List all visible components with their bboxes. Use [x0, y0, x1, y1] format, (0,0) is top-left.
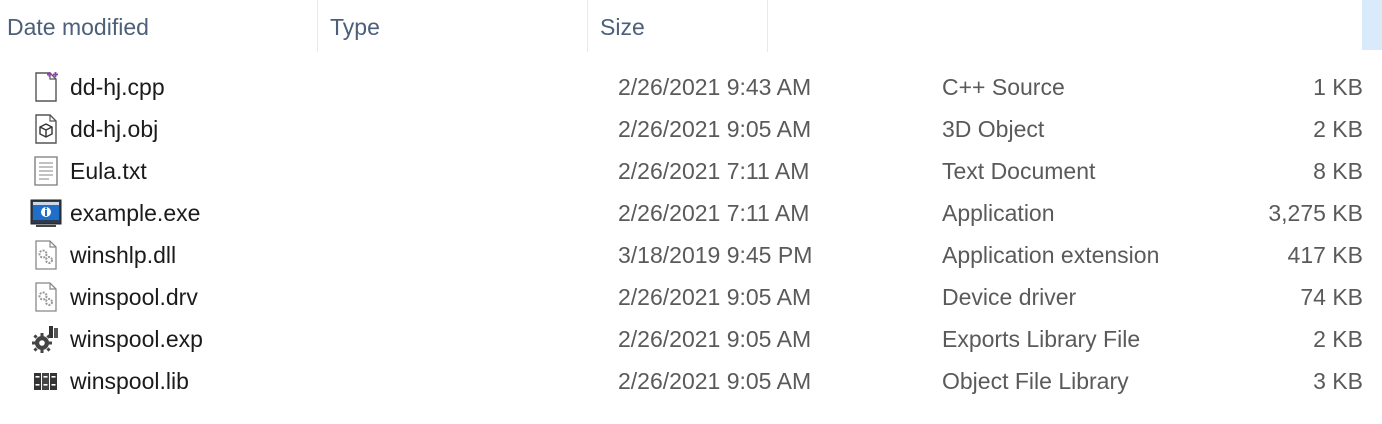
file-row[interactable]: winshlp.dll 3/18/2019 9:45 PM Applicatio…	[0, 234, 1382, 276]
application-icon	[30, 197, 62, 229]
file-date-modified: 2/26/2021 7:11 AM	[618, 200, 810, 226]
file-size: 8 KB	[1313, 158, 1363, 184]
file-date-modified: 3/18/2019 9:45 PM	[618, 242, 813, 268]
file-list: dd-hj.cpp 2/26/2021 9:43 AM C++ Source 1…	[0, 66, 1382, 402]
file-name: Eula.txt	[70, 158, 147, 184]
column-header-bar: Date modified Type Size	[0, 0, 1382, 52]
file-size: 2 KB	[1313, 326, 1363, 352]
exports-library-icon	[30, 323, 62, 355]
file-row[interactable]: Eula.txt 2/26/2021 7:11 AM Text Document…	[0, 150, 1382, 192]
file-row[interactable]: dd-hj.cpp 2/26/2021 9:43 AM C++ Source 1…	[0, 66, 1382, 108]
column-header-type[interactable]: Type	[318, 0, 588, 52]
object-library-icon	[30, 365, 62, 397]
file-row[interactable]: winspool.exp 2/26/2021 9:05 AM Exports L…	[0, 318, 1382, 360]
file-size: 3,275 KB	[1268, 200, 1363, 226]
file-size: 2 KB	[1313, 116, 1363, 142]
file-row[interactable]: example.exe 2/26/2021 7:11 AM Applicatio…	[0, 192, 1382, 234]
3d-object-file-icon	[30, 113, 62, 145]
file-size: 74 KB	[1300, 284, 1363, 310]
driver-file-icon	[30, 281, 62, 313]
file-type: Text Document	[942, 158, 1096, 184]
file-date-modified: 2/26/2021 9:05 AM	[618, 284, 812, 310]
file-size: 3 KB	[1313, 368, 1363, 394]
file-name: dd-hj.obj	[70, 116, 159, 142]
file-date-modified: 2/26/2021 9:05 AM	[618, 116, 812, 142]
text-file-icon	[30, 155, 62, 187]
file-type: Application	[942, 200, 1055, 226]
dll-file-icon	[30, 239, 62, 271]
file-row[interactable]: winspool.lib 2/26/2021 9:05 AM Object Fi…	[0, 360, 1382, 402]
file-date-modified: 2/26/2021 9:05 AM	[618, 326, 812, 352]
cpp-file-icon	[30, 71, 62, 103]
file-date-modified: 2/26/2021 9:43 AM	[618, 74, 812, 100]
file-row[interactable]: dd-hj.obj 2/26/2021 9:05 AM 3D Object 2 …	[0, 108, 1382, 150]
file-type: Device driver	[942, 284, 1077, 310]
file-name: winspool.exp	[70, 326, 203, 352]
file-type: Object File Library	[942, 368, 1129, 394]
scrollbar-thumb[interactable]	[1362, 0, 1382, 50]
file-type: Exports Library File	[942, 326, 1141, 352]
file-size: 417 KB	[1287, 242, 1363, 268]
file-explorer-details-view: Date modified Type Size dd-hj.cpp 2/26/2…	[0, 0, 1382, 424]
file-type: Application extension	[942, 242, 1160, 268]
file-type: 3D Object	[942, 116, 1045, 142]
file-date-modified: 2/26/2021 7:11 AM	[618, 158, 810, 184]
file-name: dd-hj.cpp	[70, 74, 165, 100]
file-row[interactable]: winspool.drv 2/26/2021 9:05 AM Device dr…	[0, 276, 1382, 318]
file-name: winspool.drv	[70, 284, 198, 310]
column-header-size[interactable]: Size	[588, 0, 768, 52]
file-name: winspool.lib	[70, 368, 189, 394]
file-name: winshlp.dll	[70, 242, 177, 268]
file-name: example.exe	[70, 200, 201, 226]
column-header-date-modified[interactable]: Date modified	[0, 0, 318, 52]
file-size: 1 KB	[1313, 74, 1363, 100]
file-type: C++ Source	[942, 74, 1065, 100]
file-date-modified: 2/26/2021 9:05 AM	[618, 368, 812, 394]
